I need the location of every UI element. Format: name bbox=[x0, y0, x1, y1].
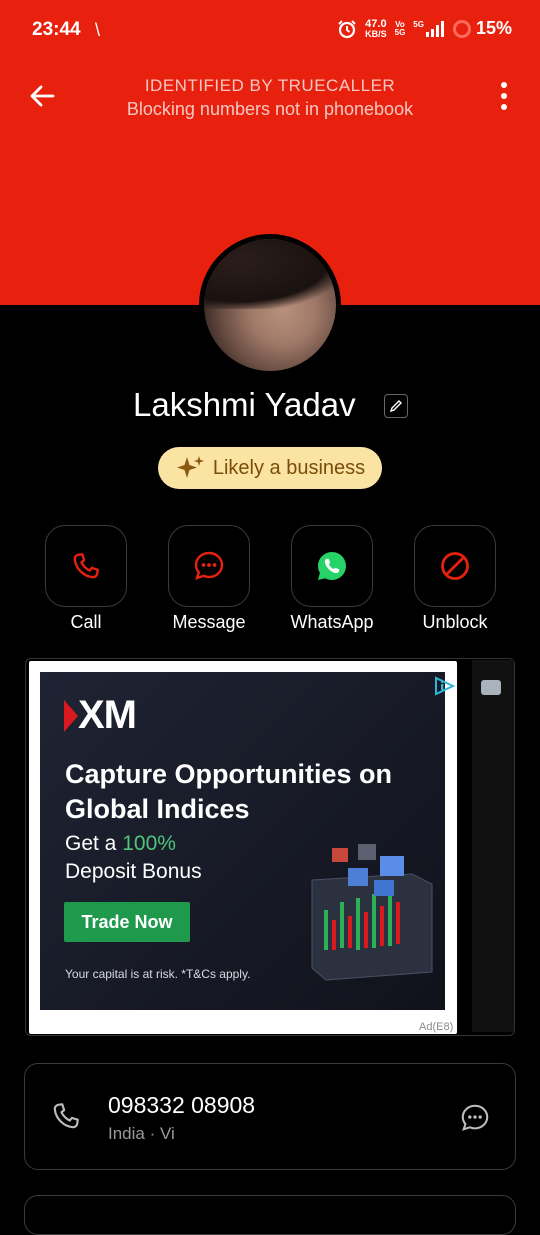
alarm-icon bbox=[338, 19, 356, 38]
more-options-button[interactable] bbox=[496, 82, 512, 110]
volte-indicator: Vo 5G bbox=[394, 19, 406, 37]
business-badge: Likely a business bbox=[158, 447, 382, 489]
message-button[interactable] bbox=[168, 525, 250, 607]
signal-icon: 5G bbox=[413, 20, 444, 37]
more-dot bbox=[501, 82, 507, 88]
ad-brand-logo: XM bbox=[64, 693, 137, 738]
ad-cta-button[interactable]: Trade Now bbox=[64, 902, 190, 942]
call-label: Call bbox=[70, 612, 102, 632]
status-time: 23:44 bbox=[32, 19, 81, 40]
call-action[interactable]: Call bbox=[44, 525, 128, 633]
battery-indicator: 15% bbox=[452, 18, 512, 39]
sparkle-icon bbox=[176, 456, 204, 478]
status-bar: 23:44 \ 47.0 KB/S Vo 5G 5G 15% bbox=[0, 0, 540, 62]
phone-icon bbox=[73, 553, 99, 579]
ad-side-panel bbox=[472, 660, 514, 1032]
next-card bbox=[24, 1195, 516, 1235]
ad-subheadline: Get a 100% Deposit Bonus bbox=[65, 832, 202, 883]
adchoices-icon[interactable] bbox=[433, 676, 457, 696]
message-action[interactable]: Message bbox=[167, 525, 251, 633]
call-button[interactable] bbox=[45, 525, 127, 607]
header-title: IDENTIFIED BY TRUECALLER bbox=[144, 76, 396, 95]
status-notification-icon: \ bbox=[95, 20, 101, 40]
more-dot bbox=[501, 104, 507, 110]
edit-name-button[interactable] bbox=[384, 394, 408, 418]
ad-illustration bbox=[311, 844, 433, 981]
ad-options-icon[interactable] bbox=[481, 680, 501, 695]
message-label: Message bbox=[172, 612, 246, 632]
phone-number[interactable]: 098332 08908 bbox=[108, 1092, 255, 1119]
phone-number-card[interactable] bbox=[24, 1063, 516, 1170]
message-icon[interactable] bbox=[459, 1102, 491, 1134]
battery-ring-icon bbox=[452, 19, 471, 38]
phone-icon bbox=[53, 1103, 79, 1129]
ad-headline: Capture Opportunities on Global Indices bbox=[65, 759, 392, 824]
unblock-action[interactable]: Unblock bbox=[413, 525, 497, 633]
contact-name: Lakshmi Yadav bbox=[133, 386, 356, 423]
phone-number-location: India · Vi bbox=[108, 1124, 175, 1143]
more-dot bbox=[501, 93, 507, 99]
whatsapp-action[interactable]: WhatsApp bbox=[290, 525, 374, 633]
whatsapp-icon bbox=[318, 552, 346, 580]
header-subtitle: Blocking numbers not in phonebook bbox=[126, 99, 414, 119]
badge-label: Likely a business bbox=[212, 456, 366, 479]
network-speed: 47.0 KB/S bbox=[365, 17, 387, 39]
pencil-icon bbox=[389, 400, 402, 413]
avatar[interactable] bbox=[199, 234, 341, 376]
ad-id-label: Ad(E8) bbox=[419, 1021, 454, 1033]
block-icon bbox=[441, 552, 469, 580]
status-indicators: 47.0 KB/S Vo 5G 5G 15% bbox=[337, 18, 512, 39]
message-icon bbox=[194, 551, 224, 580]
ad-disclaimer: Your capital is at risk. *T&Cs apply. bbox=[65, 967, 251, 981]
unblock-label: Unblock bbox=[422, 612, 488, 632]
whatsapp-button[interactable] bbox=[291, 525, 373, 607]
unblock-button[interactable] bbox=[414, 525, 496, 607]
whatsapp-label: WhatsApp bbox=[290, 612, 374, 632]
xm-logo-mark-icon bbox=[64, 699, 78, 732]
